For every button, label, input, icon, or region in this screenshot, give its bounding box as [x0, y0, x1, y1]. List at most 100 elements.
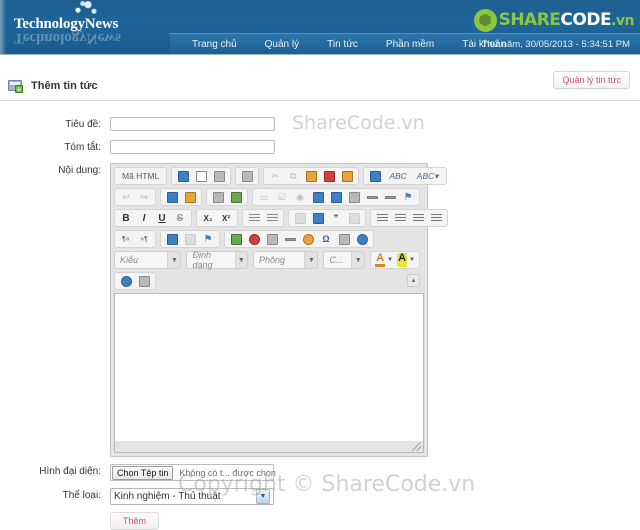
nav-item-quan-ly[interactable]: Quản lý: [251, 34, 313, 54]
nav-item-trang-chu[interactable]: Trang chủ: [178, 34, 251, 54]
special-char-icon[interactable]: Ω: [318, 232, 334, 247]
paste-word-icon[interactable]: [339, 169, 355, 184]
bulleted-list-icon[interactable]: [264, 211, 280, 226]
category-select[interactable]: Kinh nghiệm - Thủ thuật ▼: [110, 488, 274, 505]
iframe-icon[interactable]: [354, 232, 370, 247]
nav-item-tin-tuc[interactable]: Tin tức: [313, 34, 372, 54]
anchor-icon[interactable]: ⚑: [200, 232, 216, 247]
nav-item-phan-mem[interactable]: Phần mềm: [372, 34, 448, 54]
page-titlebar: + Thêm tin tức Quản lý tin tức: [0, 71, 640, 101]
align-justify-icon[interactable]: [428, 211, 444, 226]
resize-grip[interactable]: [412, 442, 421, 451]
paste-icon[interactable]: [303, 169, 319, 184]
numbered-list-icon[interactable]: [246, 211, 262, 226]
new-page-icon[interactable]: [193, 169, 209, 184]
text-color-icon[interactable]: A ▼: [373, 252, 395, 268]
title-input[interactable]: [110, 117, 275, 131]
radio-icon[interactable]: ◉: [292, 190, 308, 205]
chevron-down-icon[interactable]: ▼: [387, 257, 393, 263]
chevron-down-icon[interactable]: ▼: [304, 252, 318, 268]
templates-icon[interactable]: [239, 169, 255, 184]
logo-reflection-part2: News: [86, 30, 121, 46]
align-right-icon[interactable]: [410, 211, 426, 226]
spellcheck-icon[interactable]: ABC: [385, 169, 410, 184]
source-button[interactable]: Mã HTML: [118, 169, 163, 184]
text-field-icon[interactable]: [310, 190, 326, 205]
site-logo[interactable]: TechnologyNews TechnologyNews: [14, 0, 164, 48]
hidden-field-icon[interactable]: ⚑: [400, 190, 416, 205]
button-icon[interactable]: [364, 190, 380, 205]
paste-text-icon[interactable]: [321, 169, 337, 184]
align-center-icon[interactable]: [392, 211, 408, 226]
chevron-down-icon[interactable]: ▼: [167, 252, 181, 268]
page-break-icon[interactable]: [336, 232, 352, 247]
recycle-circle-icon: [473, 8, 497, 32]
editor-toolbar-row-2: ↩ ↪ ▭ ☑ ◉ ⚑: [114, 188, 424, 206]
unlink-icon[interactable]: [182, 232, 198, 247]
blockquote-icon[interactable]: ❞: [328, 211, 344, 226]
smiley-icon[interactable]: [300, 232, 316, 247]
superscript-icon[interactable]: X²: [218, 211, 234, 226]
checkbox-icon[interactable]: ☑: [274, 190, 290, 205]
sharecode-code-text: CODE: [560, 10, 612, 30]
outdent-icon[interactable]: [292, 211, 308, 226]
chevron-down-icon[interactable]: ▼: [351, 252, 365, 268]
italic-icon[interactable]: I: [136, 211, 152, 226]
textarea-icon[interactable]: [328, 190, 344, 205]
select-field-icon[interactable]: [346, 190, 362, 205]
ltr-icon[interactable]: ¶«: [118, 232, 134, 247]
bold-icon[interactable]: B: [118, 211, 134, 226]
summary-input[interactable]: [110, 140, 275, 154]
category-selected-value: Kinh nghiệm - Thủ thuật: [114, 491, 221, 502]
indent-icon[interactable]: [310, 211, 326, 226]
horizontal-rule-icon[interactable]: [282, 232, 298, 247]
show-blocks-icon[interactable]: [136, 274, 152, 289]
redo-icon[interactable]: ↪: [136, 190, 152, 205]
field-row-content: Nội dung: Mã HTML ✂ ⧉ ABC ABC▾ ↩ ↪ ▭ ☑ ◉ ⚑ B I U S X₂ X²…: [0, 163, 640, 457]
chevron-down-icon[interactable]: ▼: [409, 257, 415, 263]
page-title: Thêm tin tức: [31, 80, 98, 92]
print-icon[interactable]: [367, 169, 383, 184]
chevron-down-icon[interactable]: ▼: [234, 252, 247, 268]
strike-icon[interactable]: S: [172, 211, 188, 226]
cut-icon[interactable]: ✂: [267, 169, 283, 184]
manage-news-button[interactable]: Quản lý tin tức: [553, 71, 630, 89]
remove-format-icon[interactable]: [228, 190, 244, 205]
choose-file-button[interactable]: Chọn Tệp tin: [112, 465, 174, 480]
fontsize-dropdown[interactable]: C... ▼: [323, 251, 366, 269]
image-icon[interactable]: [228, 232, 244, 247]
avatar-file-input[interactable]: Chọn Tệp tin Không có t... được chọn: [110, 464, 276, 481]
save-icon[interactable]: [175, 169, 191, 184]
image-button-icon[interactable]: [382, 190, 398, 205]
bg-color-icon[interactable]: A ▼: [395, 252, 417, 268]
find-icon[interactable]: [164, 190, 180, 205]
toolbar-group-1-2: [171, 167, 232, 185]
flash-icon[interactable]: [246, 232, 262, 247]
toolbar-group-6-1: [114, 272, 156, 290]
rtl-icon[interactable]: »¶: [136, 232, 152, 247]
font-dropdown[interactable]: Phông ▼: [253, 251, 319, 269]
undo-icon[interactable]: ↩: [118, 190, 134, 205]
editor-toolbar-row-4: ¶« »¶ ⚑ Ω: [114, 230, 424, 248]
preview-icon[interactable]: [211, 169, 227, 184]
chevron-down-icon[interactable]: ▼: [256, 489, 270, 504]
rich-text-editor[interactable]: Mã HTML ✂ ⧉ ABC ABC▾ ↩ ↪ ▭ ☑ ◉ ⚑ B I U S X₂ X² ❞ ¶« »¶ ⚑ Ω Kiể…: [110, 163, 448, 457]
form-icon[interactable]: ▭: [256, 190, 272, 205]
link-icon[interactable]: [164, 232, 180, 247]
spellcheck-menu-icon[interactable]: ABC▾: [413, 169, 443, 184]
plus-badge-icon: +: [15, 84, 23, 94]
align-left-icon[interactable]: [374, 211, 390, 226]
copy-icon[interactable]: ⧉: [285, 169, 301, 184]
editor-content-area[interactable]: [114, 293, 424, 441]
collapse-toolbar-button[interactable]: ▲: [407, 274, 420, 287]
select-all-icon[interactable]: [210, 190, 226, 205]
styles-dropdown[interactable]: Kiểu ▼: [114, 251, 182, 269]
format-dropdown[interactable]: Định dạng ▼: [186, 250, 248, 270]
subscript-icon[interactable]: X₂: [200, 211, 216, 226]
submit-button[interactable]: Thêm: [110, 512, 160, 530]
underline-icon[interactable]: U: [154, 211, 170, 226]
maximize-icon[interactable]: [118, 274, 134, 289]
div-container-icon[interactable]: [346, 211, 362, 226]
replace-icon[interactable]: [182, 190, 198, 205]
table-icon[interactable]: [264, 232, 280, 247]
